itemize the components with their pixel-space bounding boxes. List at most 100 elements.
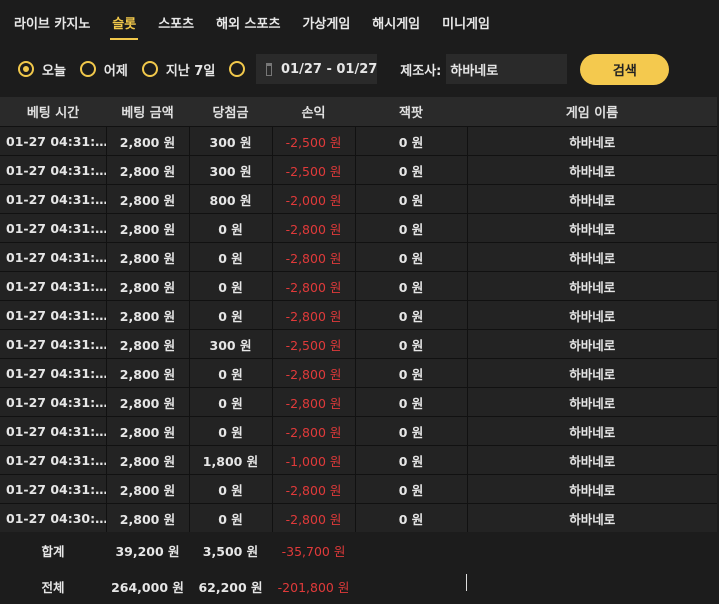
bet-history-table: 베팅 시간 베팅 금액 당첨금 손익 잭팟 게임 이름 01-27 04:31:…: [0, 97, 717, 604]
cell-winnings: 0 원: [189, 300, 273, 330]
cell-jackpot: 0 원: [355, 416, 468, 446]
table-row: 01-27 04:31:… 2,800 원0 원 -2,800 원0 원 하바네로: [0, 271, 717, 301]
cell-bet-amount: 2,800 원: [106, 213, 190, 243]
cell-bet-amount: 2,800 원: [106, 358, 190, 388]
table-row: 01-27 04:31:… 2,800 원 300 원 -2,500 원0 원 하바네로: [0, 126, 717, 156]
cell-jackpot: 0 원: [355, 387, 468, 417]
table-row: 01-27 04:31:… 2,800 원 300 원 -2,500 원0 원 하바네로: [0, 155, 717, 185]
col-profit-loss: 손익: [272, 97, 355, 127]
total-row: 전체 264,000 원 62,200 원 -201,800 원: [0, 568, 717, 604]
cell-winnings: 0 원: [189, 416, 273, 446]
cell-jackpot: 0 원: [355, 445, 468, 475]
total-label: 전체: [0, 568, 106, 604]
table-row: 01-27 04:31:… 2,800 원0 원 -2,800 원0 원 하바네로: [0, 387, 717, 417]
cell-profit-loss: -2,500 원: [272, 329, 356, 359]
cell-winnings: 0 원: [189, 474, 273, 504]
cell-winnings: 0 원: [189, 271, 273, 301]
cell-bet-amount: 2,800 원: [106, 445, 190, 475]
cell-bet-time: 01-27 04:31:…: [0, 474, 107, 504]
cell-jackpot: 0 원: [355, 126, 468, 156]
cell-bet-time: 01-27 04:31:…: [0, 126, 107, 156]
table-row: 01-27 04:30:… 2,800 원0 원 -2,800 원0 원 하바네로: [0, 503, 717, 532]
radio-today[interactable]: [18, 61, 34, 77]
text-cursor: [466, 574, 467, 591]
cell-profit-loss: -2,800 원: [272, 271, 356, 301]
cell-game-name: 하바네로: [467, 126, 717, 156]
cell-game-name: 하바네로: [467, 242, 717, 272]
maker-label: 제조사:: [400, 63, 442, 79]
radio-yesterday[interactable]: [79, 61, 96, 77]
calendar-icon: [266, 62, 272, 76]
col-bet-amount: 베팅 금액: [106, 97, 189, 127]
cell-profit-loss: -2,000 원: [272, 184, 356, 214]
cell-profit-loss: -2,800 원: [272, 387, 356, 417]
cell-winnings: 0 원: [189, 242, 273, 272]
cell-bet-time: 01-27 04:31:…: [0, 184, 107, 214]
cell-bet-time: 01-27 04:31:…: [0, 387, 107, 417]
cell-bet-time: 01-27 04:31:…: [0, 271, 107, 301]
cell-bet-time: 01-27 04:31:…: [0, 155, 107, 185]
cell-bet-time: 01-27 04:31:…: [0, 300, 107, 330]
cell-profit-loss: -2,800 원: [272, 213, 356, 243]
table-row: 01-27 04:31:… 2,800 원0 원 -2,800 원0 원 하바네로: [0, 300, 717, 330]
table-body: 01-27 04:31:… 2,800 원 300 원 -2,500 원0 원 하바네로…: [0, 126, 717, 532]
cell-profit-loss: -2,800 원: [272, 416, 356, 446]
tab-slot[interactable]: 슬롯: [110, 13, 139, 40]
cell-profit-loss: -2,800 원: [272, 242, 356, 272]
search-button[interactable]: 검색: [580, 53, 670, 85]
cell-jackpot: 0 원: [355, 503, 468, 532]
col-jackpot: 잭팟: [355, 97, 467, 127]
radio-last-7-days-label[interactable]: 지난 7일: [166, 60, 215, 79]
cell-bet-amount: 2,800 원: [106, 271, 190, 301]
summary-label: 합계: [0, 532, 106, 568]
tab-mini-game[interactable]: 미니게임: [440, 13, 492, 38]
radio-today-label[interactable]: 오늘: [42, 60, 66, 79]
cell-game-name: 하바네로: [467, 358, 717, 388]
cell-jackpot: 0 원: [355, 358, 468, 388]
tab-virtual-game[interactable]: 가상게임: [300, 13, 352, 38]
summary-row: 합계 39,200 원 3,500 원 -35,700 원: [0, 532, 717, 568]
total-profit-loss: -201,800 원: [272, 568, 355, 604]
cell-bet-time: 01-27 04:31:…: [0, 358, 107, 388]
table-row: 01-27 04:31:… 2,800 원0 원 -2,800 원0 원 하바네로: [0, 213, 717, 243]
cell-profit-loss: -2,800 원: [272, 503, 356, 532]
table-row: 01-27 04:31:… 2,800 원0 원 -2,800 원0 원 하바네로: [0, 474, 717, 504]
radio-yesterday-label[interactable]: 어제: [104, 60, 128, 79]
maker-input[interactable]: [446, 54, 568, 84]
cell-winnings: 300 원: [189, 126, 273, 156]
cell-winnings: 800 원: [189, 184, 273, 214]
table-row: 01-27 04:31:… 2,800 원 300 원 -2,500 원0 원 하바네로: [0, 329, 717, 359]
game-category-tabs: 라이브 카지노 슬롯 스포츠 해외 스포츠 가상게임 해시게임 미니게임: [0, 0, 719, 44]
cell-game-name: 하바네로: [467, 271, 717, 301]
cell-profit-loss: -2,800 원: [272, 474, 356, 504]
cell-jackpot: 0 원: [355, 184, 468, 214]
col-bet-time: 베팅 시간: [0, 97, 106, 127]
tab-overseas-sports[interactable]: 해외 스포츠: [214, 13, 282, 38]
filter-bar: 오늘 어제 지난 7일 01/27 - 01/27 제조사: 검색: [0, 50, 719, 88]
cell-jackpot: 0 원: [355, 213, 468, 243]
table-header-row: 베팅 시간 베팅 금액 당첨금 손익 잭팟 게임 이름: [0, 97, 717, 127]
cell-jackpot: 0 원: [355, 329, 468, 359]
tab-hash-game[interactable]: 해시게임: [370, 13, 422, 38]
table-row: 01-27 04:31:… 2,800 원0 원 -2,800 원0 원 하바네로: [0, 358, 717, 388]
cell-game-name: 하바네로: [467, 387, 717, 417]
cell-game-name: 하바네로: [467, 155, 717, 185]
cell-game-name: 하바네로: [467, 445, 717, 475]
table-row: 01-27 04:31:… 2,800 원0 원 -2,800 원0 원 하바네로: [0, 416, 717, 446]
cell-game-name: 하바네로: [467, 416, 717, 446]
cell-jackpot: 0 원: [355, 271, 468, 301]
total-win: 62,200 원: [189, 568, 272, 604]
radio-last-7-days[interactable]: [141, 61, 158, 77]
tab-sports[interactable]: 스포츠: [156, 13, 196, 38]
cell-jackpot: 0 원: [355, 300, 468, 330]
tab-live-casino[interactable]: 라이브 카지노: [12, 13, 92, 38]
cell-bet-amount: 2,800 원: [106, 503, 190, 532]
summary-bet: 39,200 원: [106, 532, 189, 568]
cell-profit-loss: -2,800 원: [272, 358, 356, 388]
cell-bet-amount: 2,800 원: [106, 416, 190, 446]
cell-bet-time: 01-27 04:31:…: [0, 329, 107, 359]
cell-winnings: 300 원: [189, 155, 273, 185]
cell-game-name: 하바네로: [467, 329, 717, 359]
radio-custom-range[interactable]: [229, 61, 246, 77]
date-range-picker[interactable]: 01/27 - 01/27: [256, 54, 378, 84]
